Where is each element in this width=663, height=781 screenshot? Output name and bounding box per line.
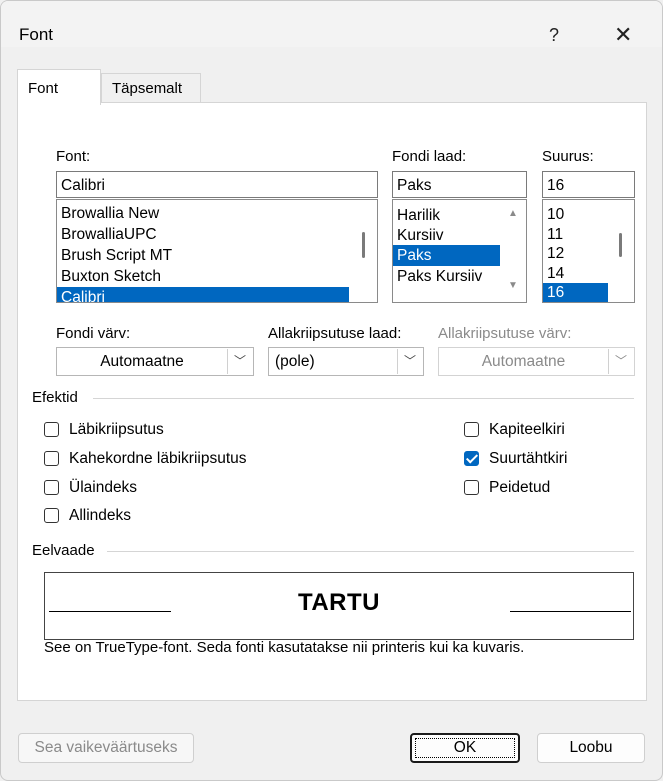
checkbox-label: Ülaindeks [69,479,138,496]
checkbox-label: Allindeks [69,507,132,524]
list-item[interactable]: BrowalliaUPC [57,224,377,245]
chevron-down-icon[interactable]: ﹀ [227,349,252,374]
list-item-selected[interactable]: 16 [543,283,608,302]
scrollbar-thumb[interactable] [362,232,365,258]
font-style-scrollbar[interactable]: ▲ ▼ [500,200,526,302]
checkbox-label: Suurtähtkiri [489,450,568,467]
underline-style-label: Allakriipsutuse laad: [268,325,402,342]
size-input[interactable]: 16 [542,171,635,198]
size-list-scrollbar[interactable] [608,200,634,302]
list-item-selected[interactable]: Calibri [57,287,349,302]
checkbox-icon[interactable] [464,480,479,495]
tab-font[interactable]: Font [17,69,101,105]
chevron-down-icon: ﹀ [608,349,633,374]
checkbox-label: Läbikriipsutus [69,421,164,438]
font-style-input[interactable]: Paks [392,171,527,198]
font-name-input[interactable]: Calibri [56,171,378,198]
effects-group-label: Efektid [32,389,78,406]
checkbox-icon[interactable] [464,422,479,437]
font-color-dropdown[interactable]: Automaatne ﹀ [56,347,254,376]
preview-sample-text: TARTU [297,589,381,616]
font-label: Font: [56,148,91,165]
help-button[interactable]: ? [549,25,559,46]
checkbox-label: Kahekordne läbikriipsutus [69,450,247,467]
underline-color-label: Allakriipsutuse värv: [438,325,572,342]
list-item-selected[interactable]: Paks [393,245,500,266]
cancel-button[interactable]: Loobu [537,733,645,763]
checkbox-icon[interactable] [44,422,59,437]
scroll-down-icon[interactable]: ▼ [508,280,518,291]
font-dialog: Font ? ✕ Font Täpsemalt Font: Calibri Br… [0,0,663,781]
preview-box: TARTU [44,572,634,640]
underline-style-dropdown[interactable]: (pole) ﹀ [268,347,424,376]
checkbox-icon[interactable] [44,451,59,466]
list-item[interactable]: Buxton Sketch [57,266,377,287]
checkbox-icon[interactable] [44,508,59,523]
focus-ring [415,738,515,758]
font-style-list[interactable]: Harilik Kursiiv Paks Paks Kursiiv ▲ ▼ [392,199,527,303]
title-bar: Font ? ✕ [1,1,662,47]
font-color-label: Fondi värv: [56,325,131,342]
font-color-value: Automaatne [100,353,184,370]
checkbox-icon[interactable] [44,480,59,495]
scroll-up-icon[interactable]: ▲ [508,208,518,219]
preview-baseline-right [510,611,631,612]
window-title: Font [19,25,54,44]
font-name-list[interactable]: Browallia New BrowalliaUPC Brush Script … [56,199,378,303]
underline-color-dropdown: Automaatne ﹀ [438,347,635,376]
checkbox-checked-icon[interactable] [464,451,479,466]
divider [107,551,634,552]
checkbox-label: Peidetud [489,479,551,496]
list-item[interactable]: Brush Script MT [57,245,377,266]
underline-style-value: (pole) [275,353,315,370]
size-label: Suurus: [542,148,594,165]
divider [93,398,634,399]
list-item[interactable]: Browallia New [57,203,377,224]
preview-note: See on TrueType-font. Seda fonti kasutat… [44,639,525,656]
preview-group-label: Eelvaade [32,542,95,559]
font-list-scrollbar[interactable] [351,200,377,302]
underline-color-value: Automaatne [481,353,566,370]
ok-button[interactable]: OK [410,733,520,763]
font-style-label: Fondi laad: [392,148,467,165]
tab-advanced[interactable]: Täpsemalt [101,73,201,103]
checkbox-label: Kapiteelkiri [489,421,565,438]
chevron-down-icon[interactable]: ﹀ [397,349,422,374]
size-list[interactable]: 10 11 12 14 16 [542,199,635,303]
close-button[interactable]: ✕ [614,22,632,48]
scrollbar-thumb[interactable] [619,233,622,257]
set-as-default-button[interactable]: Sea vaikeväärtuseks [18,733,194,763]
